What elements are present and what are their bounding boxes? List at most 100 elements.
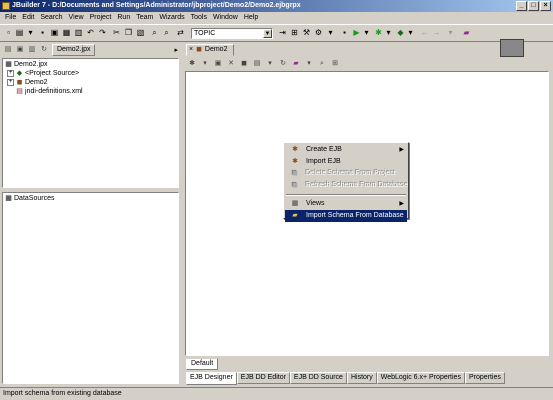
tree-item-label: <Project Source> — [25, 70, 80, 77]
menu-search[interactable]: Search — [37, 12, 65, 24]
schema-icon[interactable]: ▰ — [292, 60, 300, 68]
run-icon[interactable]: ▶ — [352, 28, 361, 37]
rebuild-dropdown-icon[interactable]: ▾ — [326, 28, 335, 37]
menu-file[interactable]: File — [2, 12, 19, 24]
new-file-icon[interactable]: ▫ — [4, 28, 13, 37]
back-icon[interactable]: ← — [420, 28, 429, 37]
minimize-button[interactable]: _ — [516, 1, 527, 11]
jbuilder-app-icon — [2, 2, 10, 10]
debug-dropdown-icon[interactable]: ▾ — [384, 28, 393, 37]
debug-icon[interactable]: ✱ — [374, 28, 383, 37]
tab-label: Demo2 — [204, 46, 228, 53]
close-tab-icon[interactable]: × — [189, 45, 193, 55]
rebuild-icon[interactable]: ⚙ — [314, 28, 323, 37]
replace-icon[interactable]: ⇄ — [176, 28, 185, 37]
optimize-dropdown-icon[interactable]: ▾ — [406, 28, 415, 37]
expand-icon[interactable]: + — [7, 79, 14, 86]
close-button[interactable]: × — [540, 1, 551, 11]
redo-icon[interactable]: ↷ — [98, 28, 107, 37]
remove-files-icon[interactable]: ▥ — [28, 46, 36, 54]
save-icon[interactable]: ▣ — [50, 28, 59, 37]
window-title: JBuilder 7 - D:/Documents and Settings/A… — [12, 2, 301, 9]
project-pane[interactable]: ▦ Demo2.jpx + ◆ <Project Source> + ◼ Dem… — [2, 58, 179, 188]
tree-item-label: DataSources — [14, 195, 55, 202]
find-bean-icon[interactable]: ⌕ — [318, 60, 326, 68]
arrange-icon[interactable]: ⊞ — [331, 60, 339, 68]
designer-toolbar: ✱ ▾ ▣ ✕ ◼ ▤ ▾ ↻ ▰ ▾ ⌕ ⊞ — [184, 57, 553, 70]
submenu-arrow-icon: ▶ — [399, 201, 404, 207]
menu-view[interactable]: View — [66, 12, 87, 24]
add-files-icon[interactable]: ▣ — [16, 46, 24, 54]
make-icon[interactable]: ⚒ — [302, 28, 311, 37]
tab-demo2[interactable]: × ◼ Demo2 — [186, 44, 235, 56]
window-controls: _ □ × — [516, 1, 551, 11]
menu-item-label: Import Schema From Database — [306, 212, 404, 219]
go-to-line-icon[interactable]: ⇥ — [278, 28, 287, 37]
chevron-down-icon[interactable]: ▼ — [263, 29, 272, 38]
cut-icon[interactable]: ✂ — [112, 28, 121, 37]
open-project-icon[interactable]: ▤ — [4, 46, 12, 54]
history-dropdown-icon[interactable]: ▾ — [446, 28, 455, 37]
tree-root[interactable]: ▦ Demo2.jpx — [5, 60, 47, 69]
find-icon[interactable]: ⌕ — [150, 28, 159, 37]
browse-symbol-icon[interactable]: ⊞ — [290, 28, 299, 37]
tab-ejb-dd-source[interactable]: EJB DD Source — [289, 372, 347, 384]
close-project-icon[interactable]: ▸ — [174, 46, 178, 54]
optimize-icon[interactable]: ◆ — [396, 28, 405, 37]
structure-pane[interactable]: ▦ DataSources — [2, 192, 179, 384]
delete-icon[interactable]: ✕ — [227, 60, 235, 68]
regenerate-icon[interactable]: ↻ — [279, 60, 287, 68]
forward-icon[interactable]: → — [432, 28, 441, 37]
paste-icon[interactable]: ▧ — [136, 28, 145, 37]
menu-project[interactable]: Project — [87, 12, 115, 24]
schema-dropdown-icon[interactable]: ▾ — [305, 60, 313, 68]
build-project-icon[interactable]: ▪ — [340, 28, 349, 37]
tab-ejb-designer[interactable]: EJB Designer — [186, 372, 237, 385]
menu-team[interactable]: Team — [133, 12, 156, 24]
tab-default[interactable]: Default — [186, 358, 219, 370]
copy-icon[interactable]: ❐ — [124, 28, 133, 37]
reopen-icon[interactable]: ▾ — [26, 28, 35, 37]
tab-history[interactable]: History — [346, 372, 377, 384]
tree-item-project-source[interactable]: + ◆ <Project Source> — [7, 69, 79, 78]
find-again-icon[interactable]: ⌕ — [162, 28, 171, 37]
open-folder-icon[interactable]: ▤ — [15, 28, 24, 37]
tab-ejb-dd-editor[interactable]: EJB DD Editor — [236, 372, 290, 384]
help-book-icon[interactable]: ▰ — [462, 28, 471, 37]
save-all-icon[interactable]: ▦ — [62, 28, 71, 37]
maximize-button[interactable]: □ — [528, 1, 539, 11]
menu-item-import-schema[interactable]: ▰ Import Schema From Database — [285, 210, 407, 222]
add-method-icon[interactable]: ◼ — [240, 60, 248, 68]
menu-item-import-ejb[interactable]: ✱ Import EJB — [285, 156, 407, 168]
create-bean-dropdown-icon[interactable]: ▾ — [201, 60, 209, 68]
add-field-icon[interactable]: ▤ — [253, 60, 261, 68]
expand-icon[interactable]: + — [7, 70, 14, 77]
menu-run[interactable]: Run — [114, 12, 133, 24]
menu-tools[interactable]: Tools — [188, 12, 210, 24]
tab-weblogic-properties[interactable]: WebLogic 6.x+ Properties — [376, 372, 465, 384]
menu-wizards[interactable]: Wizards — [156, 12, 187, 24]
title-bar: JBuilder 7 - D:/Documents and Settings/A… — [0, 0, 553, 12]
import-bean-icon[interactable]: ▣ — [214, 60, 222, 68]
menu-item-disabled-1[interactable]: ◼ Delete Schema From Project — [285, 168, 407, 180]
menu-edit[interactable]: Edit — [19, 12, 37, 24]
close-file-icon[interactable]: ▪ — [38, 28, 47, 37]
run-dropdown-icon[interactable]: ▾ — [362, 28, 371, 37]
create-bean-icon[interactable]: ✱ — [188, 60, 196, 68]
tree-item-jndi[interactable]: ▤ jndi-definitions.xml — [16, 87, 82, 96]
tab-properties[interactable]: Properties — [464, 372, 505, 384]
search-combo[interactable]: TOPIC ▼ — [191, 28, 273, 39]
undo-icon[interactable]: ↶ — [86, 28, 95, 37]
tree-item-demo2[interactable]: + ◼ Demo2 — [7, 78, 48, 87]
menu-item-create-ejb[interactable]: ✱ Create EJB ▶ — [285, 144, 407, 156]
print-icon[interactable]: ▥ — [74, 28, 83, 37]
refresh-icon[interactable]: ↻ — [40, 46, 48, 54]
menu-window[interactable]: Window — [210, 12, 241, 24]
menu-item-views[interactable]: ▦ Views ▶ — [285, 198, 407, 210]
menu-help[interactable]: Help — [241, 12, 261, 24]
view-dropdown-icon[interactable]: ▾ — [266, 60, 274, 68]
tree-item-datasources[interactable]: ▦ DataSources — [5, 194, 54, 203]
menu-item-label: Refresh Schema From Database — [306, 182, 409, 189]
project-dropdown[interactable]: Demo2.jpx — [52, 44, 96, 56]
menu-item-disabled-2[interactable]: ◼ Refresh Schema From Database — [285, 180, 409, 192]
